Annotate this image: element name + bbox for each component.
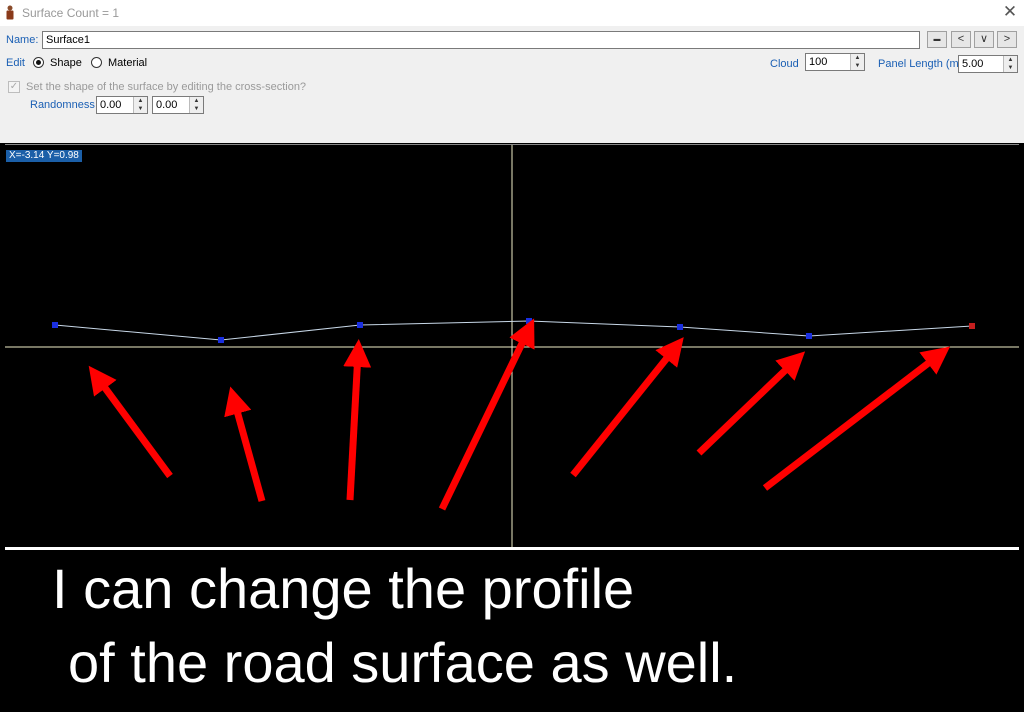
name-label: Name: bbox=[6, 34, 39, 46]
material-radio[interactable] bbox=[91, 57, 102, 68]
edit-label: Edit bbox=[6, 57, 25, 69]
randomness-value-1: 0.00 bbox=[100, 99, 122, 111]
canvas-bottom-border bbox=[5, 547, 1019, 550]
annotation-arrow bbox=[438, 318, 535, 511]
cloud-stepper[interactable]: 100 ▲ ▼ bbox=[805, 53, 865, 71]
annotation-arrow bbox=[570, 337, 684, 478]
randomness-stepper-2[interactable]: 0.00 ▲ ▼ bbox=[152, 96, 204, 114]
cross-section-canvas[interactable] bbox=[5, 144, 1019, 548]
cross-section-checkbox[interactable]: ✓ bbox=[8, 81, 20, 93]
cloud-label: Cloud bbox=[770, 58, 799, 70]
randomness-stepper-1[interactable]: 0.00 ▲ ▼ bbox=[96, 96, 148, 114]
name-input[interactable]: Surface1 bbox=[42, 31, 920, 49]
randomness-spin-arrows-1[interactable]: ▲ ▼ bbox=[133, 97, 147, 113]
panel-length-label: Panel Length (m) bbox=[878, 58, 963, 70]
panel-length-value: 5.00 bbox=[962, 58, 984, 70]
control-point[interactable] bbox=[806, 333, 812, 339]
remove-surface-button[interactable]: ▬ bbox=[927, 31, 947, 48]
cross-section-plot[interactable] bbox=[5, 145, 1019, 548]
title-bar: Surface Count = 1 ✕ bbox=[0, 0, 1024, 26]
end-control-point[interactable] bbox=[969, 323, 975, 329]
caption-line-1: I can change the profile bbox=[52, 557, 635, 620]
randomness-value-2: 0.00 bbox=[156, 99, 178, 111]
control-point[interactable] bbox=[52, 322, 58, 328]
randomness-label: Randomness bbox=[30, 99, 95, 111]
shape-radio-label[interactable]: Shape bbox=[50, 57, 82, 69]
previous-surface-button[interactable]: < bbox=[951, 31, 971, 48]
cross-section-label: Set the shape of the surface by editing … bbox=[26, 81, 307, 93]
cloud-spin-arrows[interactable]: ▲ ▼ bbox=[850, 54, 864, 70]
control-point[interactable] bbox=[357, 322, 363, 328]
panel-length-spin-arrows[interactable]: ▲ ▼ bbox=[1003, 56, 1017, 72]
control-point[interactable] bbox=[526, 318, 532, 324]
next-surface-button[interactable]: > bbox=[997, 31, 1017, 48]
annotation-arrow bbox=[343, 339, 372, 501]
panel-length-stepper[interactable]: 5.00 ▲ ▼ bbox=[958, 55, 1018, 73]
material-radio-label[interactable]: Material bbox=[108, 57, 147, 69]
annotation-arrow bbox=[696, 351, 806, 456]
surface-editor-window: Surface Count = 1 ✕ Name: Surface1 ▬ < ∨… bbox=[0, 0, 1024, 143]
control-point[interactable] bbox=[218, 337, 224, 343]
annotation-arrow bbox=[762, 346, 951, 491]
randomness-spin-arrows-2[interactable]: ▲ ▼ bbox=[189, 97, 203, 113]
cloud-value: 100 bbox=[809, 56, 828, 68]
app-icon bbox=[6, 5, 14, 20]
shape-radio[interactable] bbox=[33, 57, 44, 68]
caption-line-2: of the road surface as well. bbox=[68, 631, 738, 694]
close-button[interactable]: ✕ bbox=[1000, 2, 1020, 22]
annotation-arrow bbox=[88, 365, 173, 479]
annotation-arrow bbox=[224, 386, 266, 502]
control-point[interactable] bbox=[677, 324, 683, 330]
surface-profile-line bbox=[54, 320, 973, 341]
window-title: Surface Count = 1 bbox=[22, 6, 120, 20]
coordinate-readout: X=-3.14 Y=0.98 bbox=[6, 150, 82, 162]
surface-dropdown-button[interactable]: ∨ bbox=[974, 31, 994, 48]
